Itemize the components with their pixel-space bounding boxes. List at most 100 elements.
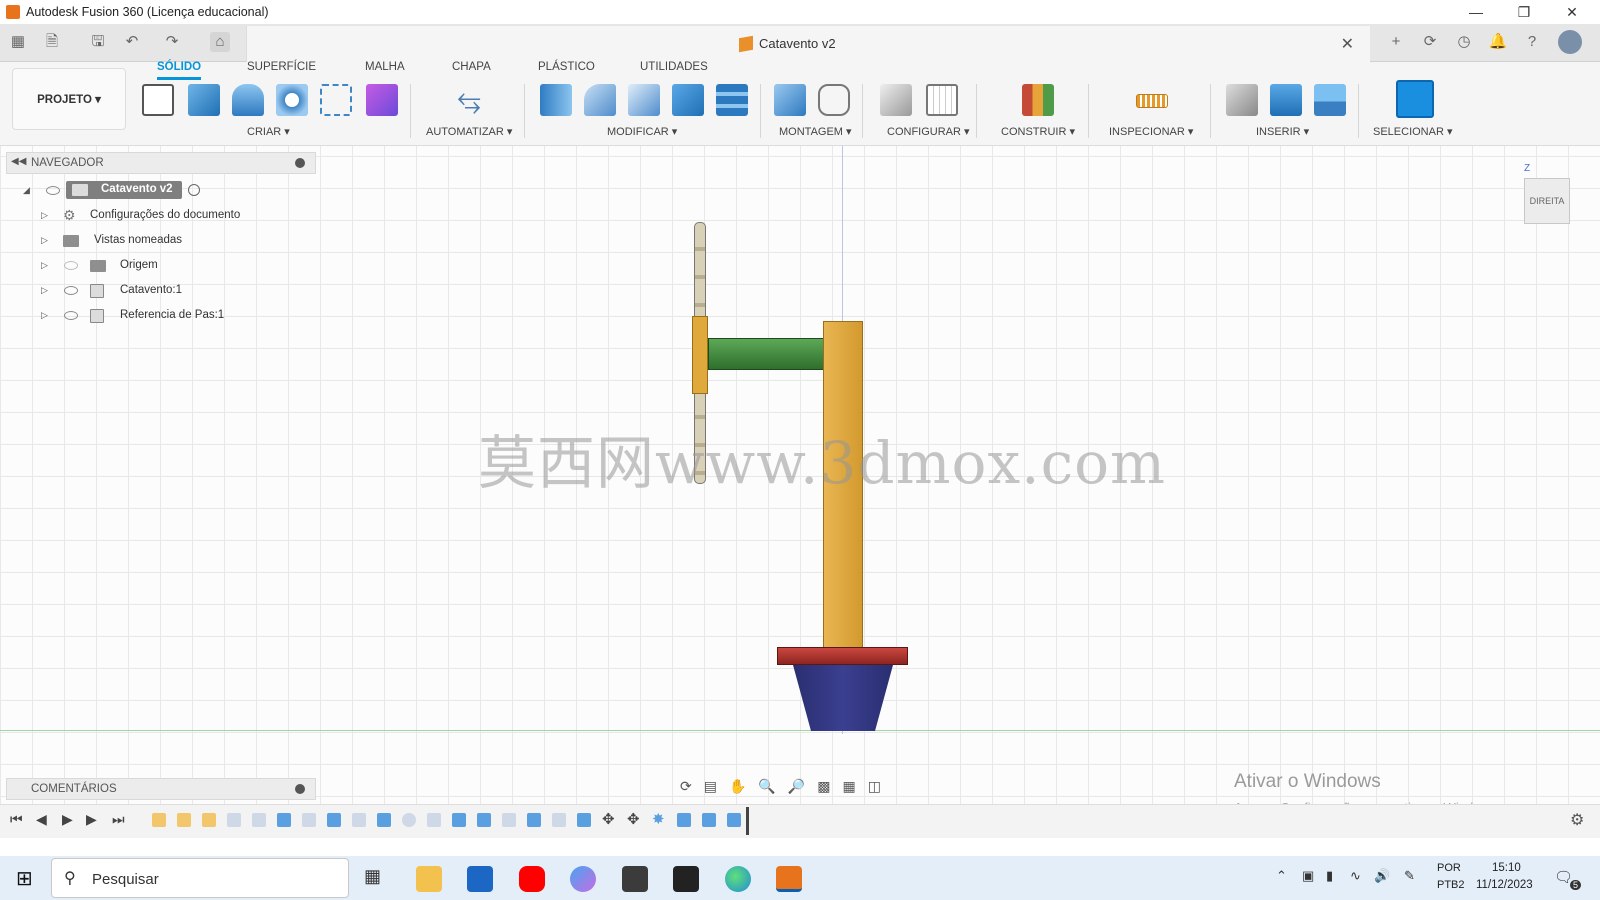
user-avatar[interactable] — [1558, 30, 1582, 54]
timeline-body-icon[interactable] — [702, 813, 716, 827]
timeline-extrude-icon[interactable] — [327, 813, 341, 827]
tree-item-referencia[interactable]: ▷ Referencia de Pas:1 — [0, 305, 320, 327]
timeline-move-icon[interactable]: ✥ — [627, 810, 640, 828]
tray-device-icon[interactable]: ▣ — [1302, 868, 1314, 884]
expand-arrow-icon[interactable]: ▷ — [41, 285, 48, 296]
youtube-icon[interactable] — [519, 866, 545, 892]
configuration-table-icon[interactable] — [926, 84, 958, 116]
visibility-eye-icon[interactable] — [64, 286, 78, 295]
construct-plane-icon[interactable] — [1022, 84, 1054, 116]
group-modificar[interactable]: MODIFICAR ▾ — [607, 125, 677, 138]
windows-start-icon[interactable]: ⊞ — [16, 866, 33, 891]
new-tab-plus-icon[interactable]: + — [1386, 32, 1406, 52]
expand-arrow-icon[interactable]: ▷ — [41, 260, 48, 271]
tab-plastico[interactable]: PLÁSTICO — [538, 61, 595, 79]
expand-arrow-icon[interactable]: ▷ — [41, 235, 48, 246]
orbit-icon[interactable]: ⟳ — [680, 778, 692, 795]
timeline-feature-icon[interactable] — [502, 813, 516, 827]
app-grid-icon[interactable]: ▦ — [8, 32, 28, 52]
m-app-icon[interactable] — [622, 866, 648, 892]
parameters-icon[interactable] — [880, 84, 912, 116]
group-inspecionar[interactable]: INSPECIONAR ▾ — [1109, 125, 1193, 138]
navigator-pin-icon[interactable] — [295, 158, 305, 168]
timeline-feature-icon[interactable] — [352, 813, 366, 827]
joint-icon[interactable] — [818, 84, 850, 116]
taskbar-search-box[interactable]: ⚲ Pesquisar — [51, 858, 349, 898]
keyboard-layout[interactable]: PTB2 — [1437, 879, 1465, 891]
restore-icon[interactable]: ❐ — [1500, 0, 1548, 24]
timeline-feature-icon[interactable] — [552, 813, 566, 827]
navigator-header[interactable]: ◀◀ NAVEGADOR — [6, 152, 316, 174]
insert-mesh-icon[interactable] — [1270, 84, 1302, 116]
notifications-bell-icon[interactable]: 🔔 — [1488, 32, 1508, 52]
timeline-feature-icon[interactable] — [252, 813, 266, 827]
revolve-icon[interactable] — [232, 84, 264, 116]
zoom-icon[interactable]: 🔍 — [758, 778, 775, 795]
timeline-pattern-icon[interactable]: ✸ — [652, 810, 665, 828]
wifi-icon[interactable]: ∿ — [1350, 868, 1361, 884]
pattern-icon[interactable] — [320, 84, 352, 116]
grid-settings-icon[interactable]: ▦ — [843, 778, 856, 795]
task-view-icon[interactable]: ▦ — [364, 866, 381, 887]
timeline-body-icon[interactable] — [677, 813, 691, 827]
collapse-arrow-icon[interactable]: ◢ — [23, 185, 30, 196]
file-menu-icon[interactable]: 🗎 — [42, 32, 62, 52]
timeline-extrude-icon[interactable] — [527, 813, 541, 827]
display-settings-icon[interactable]: ▩ — [817, 778, 830, 795]
redo-icon[interactable]: ↷ — [162, 32, 182, 52]
group-configurar[interactable]: CONFIGURAR ▾ — [887, 125, 970, 138]
hole-icon[interactable] — [276, 84, 308, 116]
timeline-sketch-icon[interactable] — [202, 813, 216, 827]
timeline-extrude-icon[interactable] — [452, 813, 466, 827]
comments-panel[interactable]: COMENTÁRIOS — [6, 778, 316, 800]
tab-chapa[interactable]: CHAPA — [452, 61, 491, 79]
timeline-feature-icon[interactable] — [427, 813, 441, 827]
create-sketch-icon[interactable] — [142, 84, 174, 116]
close-tab-icon[interactable]: ✕ — [1341, 34, 1354, 54]
close-icon[interactable]: ✕ — [1548, 0, 1596, 24]
timeline-feature-icon[interactable] — [302, 813, 316, 827]
new-component-icon[interactable] — [774, 84, 806, 116]
step-forward-icon[interactable]: ▶ — [86, 811, 97, 828]
file-explorer-icon[interactable] — [416, 866, 442, 892]
group-inserir[interactable]: INSERIR ▾ — [1256, 125, 1309, 138]
go-to-end-icon[interactable]: ⏭ — [112, 811, 125, 828]
timeline-sketch-icon[interactable] — [177, 813, 191, 827]
play-icon[interactable]: ▶ — [62, 811, 73, 828]
help-icon[interactable]: ? — [1522, 32, 1542, 52]
form-icon[interactable] — [366, 84, 398, 116]
shell-icon[interactable] — [716, 84, 748, 116]
visibility-eye-icon[interactable] — [64, 311, 78, 320]
timeline-settings-gear-icon[interactable]: ⚙ — [1570, 810, 1584, 830]
step-back-icon[interactable]: ◀ — [36, 811, 47, 828]
document-tab[interactable]: Catavento v2 ✕ — [246, 26, 1370, 62]
extensions-icon[interactable]: ⟳ — [1420, 32, 1440, 52]
tab-solido[interactable]: SÓLIDO — [157, 61, 202, 80]
mail-icon[interactable] — [467, 866, 493, 892]
look-at-icon[interactable]: ▤ — [704, 778, 717, 795]
timeline-extrude-icon[interactable] — [477, 813, 491, 827]
timeline-feature-icon[interactable] — [227, 813, 241, 827]
hidden-eye-icon[interactable] — [64, 261, 78, 270]
visibility-eye-icon[interactable] — [46, 186, 60, 195]
select-icon[interactable] — [1396, 80, 1434, 118]
tree-item-catavento[interactable]: ▷ Catavento:1 — [0, 280, 320, 302]
fillet-icon[interactable] — [584, 84, 616, 116]
tree-item-named-views[interactable]: ▷ Vistas nomeadas — [0, 230, 320, 252]
tab-superficie[interactable]: SUPERFÍCIE — [247, 61, 316, 79]
volume-icon[interactable]: 🔊 — [1374, 868, 1390, 884]
go-to-start-icon[interactable]: ⏮ — [10, 811, 23, 828]
insert-canvas-icon[interactable] — [1314, 84, 1346, 116]
insert-derive-icon[interactable] — [1226, 84, 1258, 116]
viewports-icon[interactable]: ◫ — [868, 778, 881, 795]
group-criar[interactable]: CRIAR ▾ — [247, 125, 290, 138]
timeline-body-icon[interactable] — [727, 813, 741, 827]
zoom-window-icon[interactable]: 🔎 — [788, 778, 805, 795]
activate-radio-icon[interactable] — [188, 184, 200, 196]
chamfer-icon[interactable] — [628, 84, 660, 116]
amazon-icon[interactable] — [673, 866, 699, 892]
timeline-marker[interactable] — [746, 807, 749, 835]
add-comment-icon[interactable] — [295, 784, 305, 794]
group-selecionar[interactable]: SELECIONAR ▾ — [1373, 125, 1453, 138]
save-icon[interactable]: 🖫 — [88, 32, 108, 52]
